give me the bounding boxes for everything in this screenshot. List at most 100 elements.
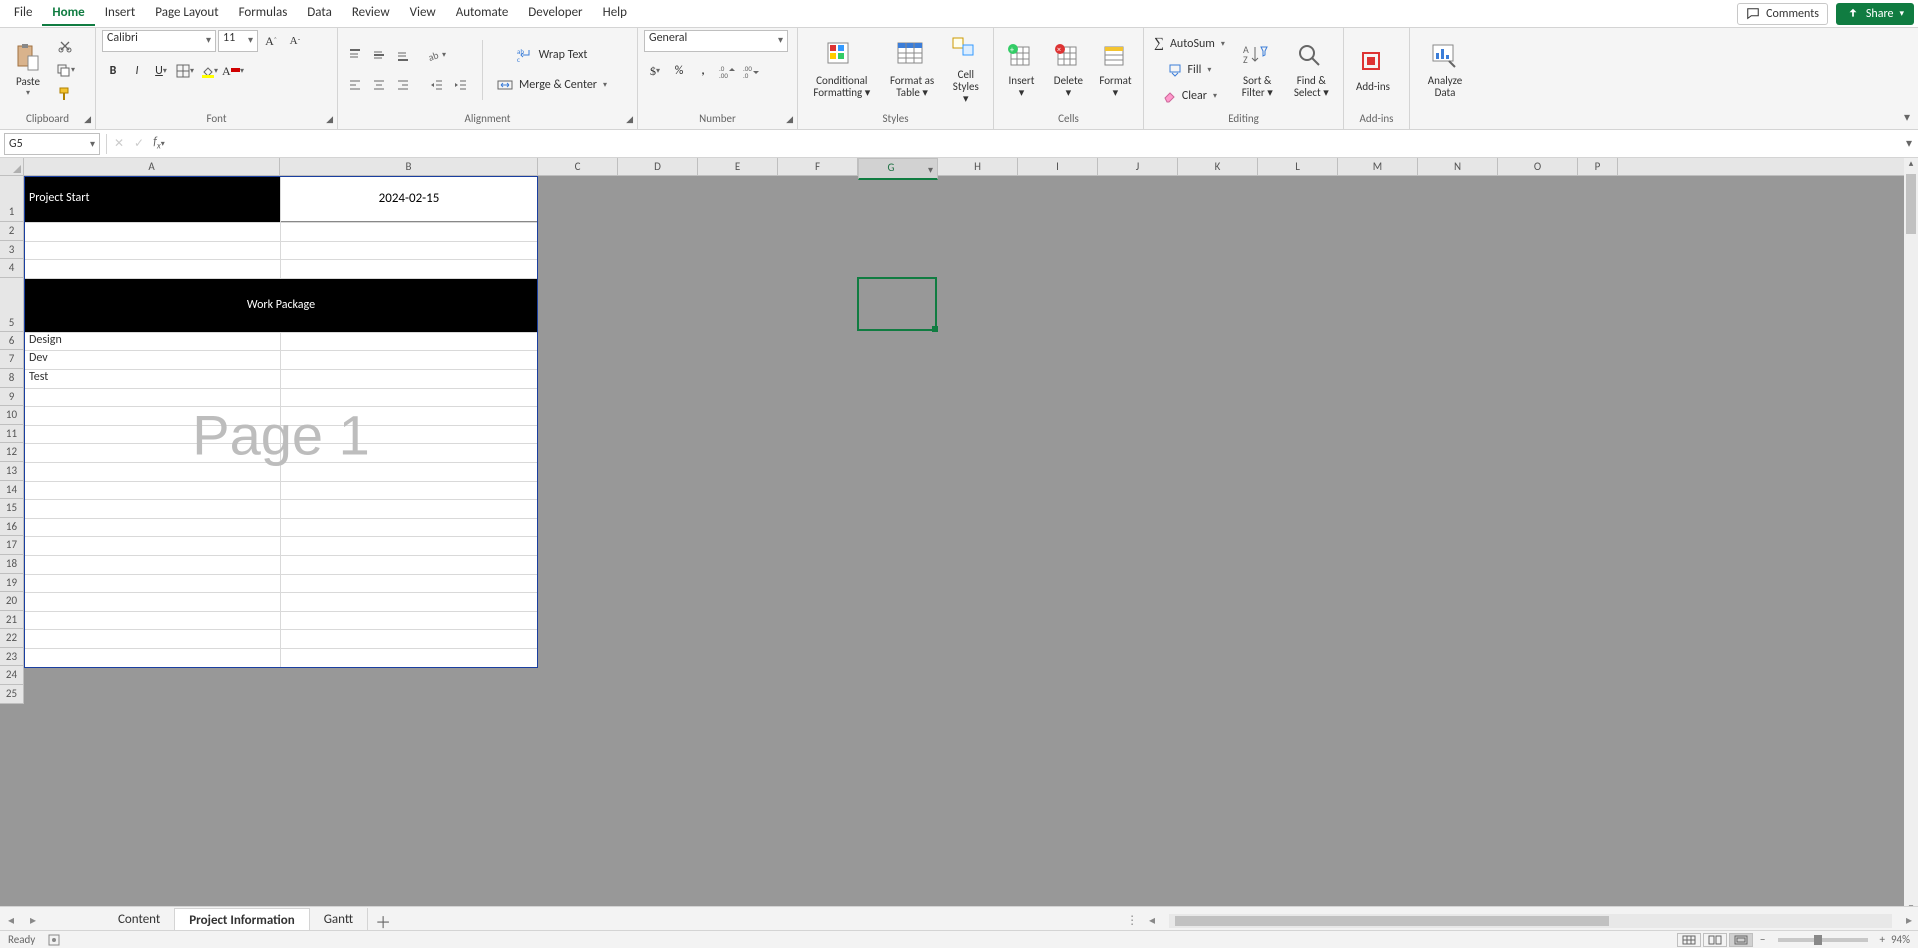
align-bottom-button[interactable]	[392, 44, 414, 66]
underline-button[interactable]: U▾	[150, 60, 172, 82]
col-header-D[interactable]: D	[618, 158, 698, 175]
hscroll-left-button[interactable]: ◂	[1143, 913, 1161, 928]
row-header-19[interactable]: 19	[0, 574, 24, 593]
menu-tab-automate[interactable]: Automate	[446, 1, 519, 26]
row-header-10[interactable]: 10	[0, 406, 24, 425]
cell-A6[interactable]: Design	[25, 333, 281, 351]
accounting-format-button[interactable]: $▾	[644, 60, 666, 82]
menu-tab-view[interactable]: View	[400, 1, 446, 26]
row-header-4[interactable]: 4	[0, 259, 24, 278]
cell-A13[interactable]	[25, 463, 281, 481]
cell-A19[interactable]	[25, 575, 281, 593]
row-header-2[interactable]: 2	[0, 222, 24, 241]
vscroll-thumb[interactable]	[1906, 174, 1916, 234]
name-box[interactable]: G5	[4, 133, 100, 155]
macro-recorder-icon[interactable]	[47, 933, 61, 947]
borders-button[interactable]: ▾	[174, 60, 196, 82]
col-header-O[interactable]: O	[1498, 158, 1578, 175]
menu-tab-formulas[interactable]: Formulas	[229, 1, 298, 26]
row-header-3[interactable]: 3	[0, 241, 24, 260]
decrease-font-button[interactable]: Aˇ	[284, 30, 306, 52]
vertical-scrollbar[interactable]: ▴ ▾	[1904, 158, 1918, 916]
cell-A17[interactable]	[25, 537, 281, 555]
copy-button[interactable]: ▾	[54, 59, 76, 81]
formula-input[interactable]	[169, 133, 1900, 155]
cell-A23[interactable]	[25, 649, 281, 668]
cell-A21[interactable]	[25, 612, 281, 630]
format-painter-button[interactable]	[54, 83, 76, 105]
menu-tab-page-layout[interactable]: Page Layout	[145, 1, 228, 26]
cut-button[interactable]	[54, 35, 76, 57]
row-header-20[interactable]: 20	[0, 592, 24, 611]
menu-tab-help[interactable]: Help	[593, 1, 637, 26]
ribbon-collapse-button[interactable]: ▾	[1904, 110, 1910, 125]
cell-A20[interactable]	[25, 593, 281, 611]
cell-B1[interactable]: 2024-02-15	[281, 177, 537, 222]
col-header-N[interactable]: N	[1418, 158, 1498, 175]
comma-fmt-button[interactable]: ,	[692, 60, 714, 82]
format-cells-button[interactable]: Format▾	[1094, 39, 1137, 101]
cell-A2[interactable]	[25, 223, 281, 241]
menu-tab-file[interactable]: File	[4, 1, 42, 26]
col-header-J[interactable]: J	[1098, 158, 1178, 175]
cell-B12[interactable]	[281, 444, 537, 462]
insert-function-button[interactable]: fx▾	[149, 133, 169, 155]
number-dialog-launcher[interactable]: ◢	[786, 114, 793, 125]
sort-filter-button[interactable]: AZ Sort & Filter ▾	[1233, 39, 1282, 101]
menu-tab-insert[interactable]: Insert	[95, 1, 146, 26]
cell-B11[interactable]	[281, 426, 537, 444]
row-header-17[interactable]: 17	[0, 536, 24, 555]
row-header-24[interactable]: 24	[0, 666, 24, 685]
col-header-H[interactable]: H	[938, 158, 1018, 175]
cell-B7[interactable]	[281, 351, 537, 369]
row-header-23[interactable]: 23	[0, 648, 24, 667]
increase-font-button[interactable]: Aˆ	[260, 30, 282, 52]
zoom-slider[interactable]	[1778, 938, 1868, 942]
add-sheet-button[interactable]: ＋	[368, 909, 398, 933]
cell-B6[interactable]	[281, 333, 537, 351]
clear-button[interactable]: Clear▾	[1150, 85, 1229, 107]
col-header-A[interactable]: A	[24, 158, 280, 175]
cell-B9[interactable]	[281, 389, 537, 407]
cell-B13[interactable]	[281, 463, 537, 481]
cell-A18[interactable]	[25, 556, 281, 574]
align-left-button[interactable]	[344, 74, 366, 96]
cell-B16[interactable]	[281, 519, 537, 537]
row-header-18[interactable]: 18	[0, 555, 24, 574]
row-header-11[interactable]: 11	[0, 425, 24, 444]
hscroll-thumb[interactable]	[1175, 916, 1609, 926]
cell-B23[interactable]	[281, 649, 537, 668]
format-as-table-button[interactable]: Format as Table ▾	[884, 39, 941, 101]
menu-tab-developer[interactable]: Developer	[518, 1, 592, 26]
row-header-15[interactable]: 15	[0, 499, 24, 518]
cell-A7[interactable]: Dev	[25, 351, 281, 369]
cell-A22[interactable]	[25, 630, 281, 648]
hscroll-right-button[interactable]: ▸	[1900, 913, 1918, 928]
cell-A5B5-merged[interactable]: Work Package	[247, 298, 315, 312]
cell-B4[interactable]	[281, 260, 537, 278]
row-header-7[interactable]: 7	[0, 350, 24, 369]
row-header-5[interactable]: 5	[0, 278, 24, 332]
cell-A11[interactable]	[25, 426, 281, 444]
col-header-B[interactable]: B	[280, 158, 538, 175]
cell-A3[interactable]	[25, 242, 281, 260]
menu-tab-review[interactable]: Review	[342, 1, 400, 26]
cell-B18[interactable]	[281, 556, 537, 574]
row-header-22[interactable]: 22	[0, 629, 24, 648]
cell-B14[interactable]	[281, 482, 537, 500]
fill-button[interactable]: Fill▾	[1150, 59, 1229, 81]
row-header-1[interactable]: 1	[0, 176, 24, 222]
addins-button[interactable]: Add-ins	[1350, 45, 1396, 95]
cell-A8[interactable]: Test	[25, 370, 281, 388]
fill-handle[interactable]	[932, 326, 938, 332]
align-middle-button[interactable]	[368, 44, 390, 66]
col-header-F[interactable]: F	[778, 158, 858, 175]
analyze-data-button[interactable]: Analyze Data	[1416, 39, 1474, 101]
sheet-nav-prev[interactable]: ◂	[0, 913, 22, 928]
cell-A1[interactable]: Project Start	[25, 177, 281, 222]
sheet-options-button[interactable]: ⋮	[1121, 913, 1143, 928]
select-all-button[interactable]	[0, 158, 24, 176]
row-header-16[interactable]: 16	[0, 518, 24, 537]
fill-color-button[interactable]: ▾	[198, 60, 220, 82]
col-header-C[interactable]: C	[538, 158, 618, 175]
